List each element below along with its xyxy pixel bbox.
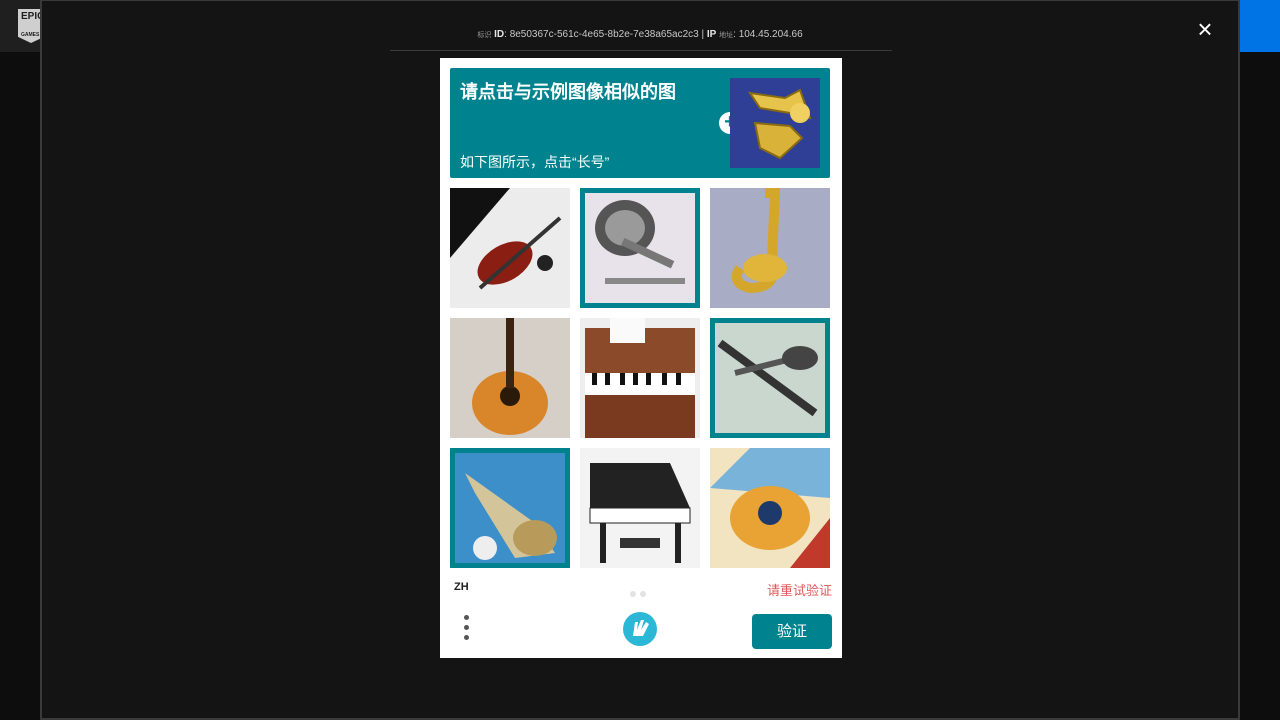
example-image: [730, 78, 820, 168]
image-tile-painted-guitar[interactable]: [710, 448, 830, 568]
error-message: 请重试验证: [766, 583, 832, 598]
session-info: 标识 ID: 8e50367c-561c-4e65-8b2e-7e38a65ac…: [477, 29, 803, 40]
image-tile-trombone-bell[interactable]: [580, 188, 700, 308]
account-button[interactable]: [1238, 0, 1280, 52]
id-value: 8e50367c-561c-4e65-8b2e-7e38a65ac2c3: [509, 29, 699, 40]
image-tile-acoustic-guitar[interactable]: [450, 318, 570, 438]
captcha-overlay: × 标识 ID: 8e50367c-561c-4e65-8b2e-7e38a65…: [40, 0, 1240, 720]
page-indicator: [630, 584, 650, 602]
prompt-title: 请点击与示例图像相似的图: [460, 82, 676, 102]
captcha-widget: 请点击与示例图像相似的图 如下图所示，点击“长号” +: [440, 58, 842, 658]
prompt-subtitle: 如下图所示，点击“长号”: [460, 154, 610, 170]
captcha-footer: ZH 请重试验证: [440, 578, 842, 598]
id-label: ID: [494, 29, 505, 40]
image-tile-trombone-closeup[interactable]: [450, 448, 570, 568]
image-grid: [450, 188, 830, 568]
language-selector[interactable]: ZH: [454, 581, 469, 593]
more-options-icon[interactable]: [464, 615, 470, 645]
image-tile-saxophone[interactable]: [710, 188, 830, 308]
ip-label-tiny: 地址: [719, 32, 734, 39]
image-tile-upright-piano[interactable]: [580, 318, 700, 438]
ip-value: 104.45.204.66: [738, 29, 803, 40]
image-tile-trombone-slide[interactable]: [710, 318, 830, 438]
captcha-actions: 验证: [440, 610, 842, 654]
id-label-tiny: 标识: [477, 32, 492, 39]
ip-label: IP: [706, 29, 717, 40]
verify-button[interactable]: 验证: [752, 614, 832, 649]
image-tile-grand-piano[interactable]: [580, 448, 700, 568]
divider: [390, 50, 892, 51]
prompt-banner: 请点击与示例图像相似的图 如下图所示，点击“长号” +: [450, 68, 830, 178]
image-tile-violin[interactable]: [450, 188, 570, 308]
hcaptcha-logo-icon[interactable]: [623, 612, 657, 646]
